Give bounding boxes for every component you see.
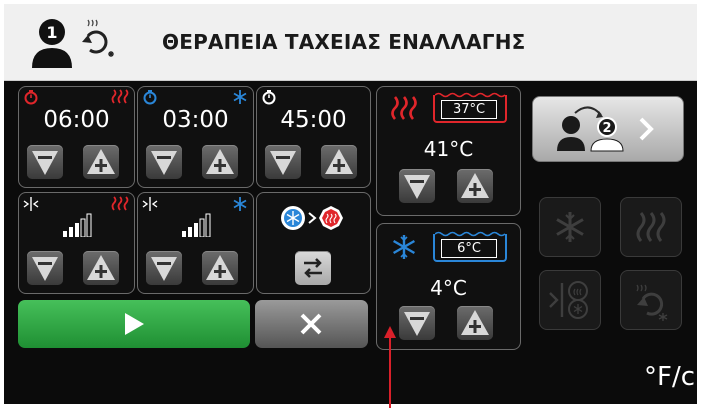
compression-contrast-icon (549, 281, 588, 319)
hot-water-panel: 37°C 41°C (376, 86, 521, 216)
heat-icon (111, 196, 129, 211)
close-icon (300, 313, 322, 335)
heat-timer-panel: 06:00 (18, 86, 135, 188)
annotation-arrow (384, 326, 396, 408)
cold-intensity-panel (137, 192, 254, 294)
total-time-value: 45:00 (280, 107, 347, 133)
cold-timer-panel: 03:00 (137, 86, 254, 188)
stopwatch-icon (143, 90, 157, 105)
cold-time-decrease-button[interactable] (146, 145, 182, 179)
cold-target-temp: 4°C (430, 276, 467, 300)
hot-temp-increase-button[interactable] (457, 169, 493, 203)
hot-temp-decrease-button[interactable] (399, 169, 435, 203)
intensity-bars-icon (63, 213, 92, 237)
heat-intensity-panel (18, 192, 135, 294)
heat-icon (391, 96, 417, 120)
next-step-number: 2 (602, 121, 611, 136)
heat-mode-button[interactable] (620, 197, 682, 257)
total-time-increase-button[interactable] (321, 145, 357, 179)
heat-icon (111, 89, 129, 104)
contrast-compression-button[interactable] (539, 270, 601, 330)
heat-time-increase-button[interactable] (83, 145, 119, 179)
heat-intensity-decrease-button[interactable] (27, 251, 63, 285)
total-timer-panel: 45:00 (256, 86, 371, 188)
water-wave-icon (435, 231, 505, 237)
compression-icon (23, 197, 39, 211)
cold-temp-decrease-button[interactable] (399, 306, 435, 340)
swap-order-button[interactable] (295, 251, 331, 285)
unit-toggle-button[interactable]: °F/c (644, 362, 695, 392)
snowflake-icon (393, 235, 415, 259)
page-title: ΘΕΡΑΠΕΙΑ ΤΑΧΕΙΑΣ ΕΝΑΛΛΑΓΗΣ (162, 30, 526, 54)
stopwatch-icon (262, 90, 276, 105)
hot-tank-temp: 37°C (441, 100, 497, 119)
snowflake-icon (556, 212, 584, 242)
snowflake-icon (233, 197, 247, 211)
heat-intensity-increase-button[interactable] (83, 251, 119, 285)
stopwatch-icon (24, 90, 38, 105)
user-switch-icon: 2 (557, 106, 654, 152)
cold-intensity-increase-button[interactable] (202, 251, 238, 285)
compression-icon (142, 197, 158, 211)
rapid-contrast-button[interactable] (620, 270, 682, 330)
hot-tank-display: 37°C (433, 92, 507, 123)
cold-tank-display: 6°C (433, 231, 507, 262)
cold-intensity-decrease-button[interactable] (146, 251, 182, 285)
next-user-button[interactable]: 2 (532, 96, 684, 162)
header: 1 ΘΕΡΑΠΕΙΑ ΤΑΧΕΙΑΣ ΕΝΑΛΛΑΓΗΣ (4, 4, 697, 81)
cold-temp-increase-button[interactable] (457, 306, 493, 340)
screen: 1 ΘΕΡΑΠΕΙΑ ΤΑΧΕΙΑΣ ΕΝΑΛΛΑΓΗΣ 06:00 03:00 (4, 4, 697, 404)
cold-to-heat-order-icon (281, 206, 343, 230)
play-icon (125, 313, 144, 335)
cold-time-increase-button[interactable] (202, 145, 238, 179)
step-number: 1 (46, 23, 57, 42)
start-button[interactable] (18, 300, 250, 348)
snowflake-icon (233, 90, 247, 104)
intensity-bars-icon (182, 213, 211, 237)
contrast-cycle-icon (636, 284, 668, 321)
cold-mode-button[interactable] (539, 197, 601, 257)
cold-time-value: 03:00 (162, 107, 229, 133)
water-wave-icon (435, 92, 505, 98)
heat-time-decrease-button[interactable] (27, 145, 63, 179)
cold-tank-temp: 6°C (441, 239, 497, 258)
sequence-panel (256, 192, 371, 294)
heat-time-value: 06:00 (43, 107, 110, 133)
heat-icon (636, 212, 666, 242)
cancel-button[interactable] (255, 300, 368, 348)
hot-target-temp: 41°C (423, 137, 474, 161)
total-time-decrease-button[interactable] (265, 145, 301, 179)
user-step-icon: 1 (30, 14, 130, 72)
